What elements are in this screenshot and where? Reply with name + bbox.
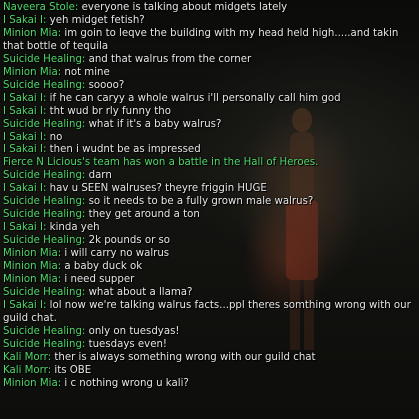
chat-line: I Sakai I: kinda yeh [3, 222, 417, 235]
chat-message-text: darn [85, 170, 112, 182]
chat-message-text: 2k pounds or so [85, 235, 171, 247]
chat-line: Suicide Healing: they get around a ton [3, 209, 417, 222]
chat-line: Suicide Healing: what about a llama? [3, 287, 417, 300]
chat-line: I Sakai I: hav u SEEN walruses? theyre f… [3, 183, 417, 196]
chat-message-text: not mine [61, 66, 110, 78]
chat-line: Kali Morr: its OBE [3, 365, 417, 378]
chat-speaker-name[interactable]: Suicide Healing [3, 287, 82, 298]
chat-line: Kali Morr: ther is always something wron… [3, 352, 417, 365]
chat-line: Suicide Healing: darn [3, 170, 417, 183]
chat-line: Minion Mia: a baby duck ok [3, 261, 417, 274]
chat-line: I Sakai I: yeh midget fetish? [3, 15, 417, 28]
chat-speaker-name[interactable]: Suicide Healing [3, 119, 82, 130]
chat-speaker-name[interactable]: I Sakai I [3, 222, 43, 233]
chat-line: Suicide Healing: only on tuesdyas! [3, 326, 417, 339]
chat-message-text: soooo? [85, 79, 125, 91]
chat-speaker-name[interactable]: Suicide Healing [3, 80, 82, 91]
chat-message-text: and that walrus from the corner [85, 53, 252, 65]
chat-message-text: kinda yeh [46, 222, 100, 234]
chat-speaker-name[interactable]: I Sakai I [3, 93, 43, 104]
chat-message-text: tuesdays even! [85, 338, 168, 350]
chat-line: Fierce N Licious's team has won a battle… [3, 157, 417, 170]
chat-speaker-name[interactable]: Suicide Healing [3, 235, 82, 246]
chat-line: Suicide Healing: soooo? [3, 80, 417, 93]
chat-line: I Sakai I: if he can caryy a whole walru… [3, 93, 417, 106]
chat-line: Minion Mia: i need supper [3, 274, 417, 287]
chat-message-text: i need supper [61, 274, 135, 286]
chat-message-text: its OBE [51, 364, 92, 376]
chat-speaker-name[interactable]: I Sakai I [3, 144, 43, 155]
chat-speaker-name[interactable]: I Sakai I [3, 300, 43, 311]
chat-line: Minion Mia: i will carry no walrus [3, 248, 417, 261]
chat-message-text: hav u SEEN walruses? theyre friggin HUGE [46, 183, 267, 195]
chat-message-text: i c nothing wrong u kali? [61, 377, 189, 389]
chat-speaker-name[interactable]: I Sakai I [3, 132, 43, 143]
chat-message-text: tht wud br rly funny tho [46, 105, 171, 117]
chat-line: I Sakai I: no [3, 132, 417, 145]
chat-speaker-name[interactable]: I Sakai I [3, 15, 43, 26]
chat-line: Suicide Healing: and that walrus from th… [3, 54, 417, 67]
chat-speaker-name[interactable]: Kali Morr [3, 352, 48, 363]
chat-message-text: they get around a ton [85, 209, 200, 221]
chat-speaker-name[interactable]: Suicide Healing [3, 170, 82, 181]
chat-line: I Sakai I: tht wud br rly funny tho [3, 106, 417, 119]
chat-speaker-name[interactable]: Kali Morr [3, 365, 48, 376]
chat-line: Minion Mia: not mine [3, 67, 417, 80]
chat-speaker-name[interactable]: Minion Mia [3, 67, 58, 78]
chat-speaker-name[interactable]: Naveera Stole [3, 2, 75, 13]
chat-speaker-name[interactable]: Suicide Healing [3, 54, 82, 65]
chat-line: I Sakai I: then i wudnt be as impressed [3, 144, 417, 157]
chat-line: Minion Mia: im goin to leqve the buildin… [3, 28, 417, 54]
chat-message-text: im goin to leqve the building with my he… [3, 27, 402, 52]
chat-speaker-name[interactable]: Suicide Healing [3, 209, 82, 220]
chat-message-text: everyone is talking about midgets lately [78, 2, 288, 13]
chat-speaker-name[interactable]: Minion Mia [3, 28, 58, 39]
chat-line: I Sakai I: lol now we're talking walrus … [3, 300, 417, 326]
chat-speaker-name[interactable]: Suicide Healing [3, 339, 82, 350]
chat-message-text: a baby duck ok [61, 261, 143, 273]
chat-message-text: only on tuesdyas! [85, 325, 180, 337]
chat-message-text: so it needs to be a fully grown male wal… [85, 196, 314, 208]
system-message: Fierce N Licious's team has won a battle… [3, 157, 319, 169]
game-screen: Naveera Stole: everyone is talking about… [0, 0, 419, 419]
chat-message-text: then i wudnt be as impressed [46, 144, 201, 156]
chat-line: Suicide Healing: tuesdays even! [3, 339, 417, 352]
chat-speaker-name[interactable]: Minion Mia [3, 378, 58, 389]
chat-line: Suicide Healing: what if it's a baby wal… [3, 119, 417, 132]
chat-message-text: i will carry no walrus [61, 248, 170, 260]
chat-line: Minion Mia: i c nothing wrong u kali? [3, 378, 417, 391]
chat-speaker-name[interactable]: Minion Mia [3, 274, 58, 285]
chat-speaker-name[interactable]: Suicide Healing [3, 326, 82, 337]
chat-message-text: lol now we're talking walrus facts...ppl… [3, 299, 415, 324]
chat-line: Naveera Stole: everyone is talking about… [3, 2, 417, 15]
chat-speaker-name[interactable]: Suicide Healing [3, 196, 82, 207]
guild-chat-log: Naveera Stole: everyone is talking about… [3, 2, 417, 391]
chat-message-text: ther is always something wrong with our … [51, 351, 316, 363]
chat-message-text: what about a llama? [85, 286, 193, 298]
chat-message-text: if he can caryy a whole walrus i'll pers… [46, 92, 341, 104]
chat-speaker-name[interactable]: Minion Mia [3, 248, 58, 259]
chat-line: Suicide Healing: 2k pounds or so [3, 235, 417, 248]
chat-speaker-name[interactable]: Minion Mia [3, 261, 58, 272]
chat-message-text: what if it's a baby walrus? [85, 118, 222, 130]
chat-speaker-name[interactable]: I Sakai I [3, 183, 43, 194]
chat-message-text: yeh midget fetish? [46, 14, 145, 26]
chat-line: Suicide Healing: so it needs to be a ful… [3, 196, 417, 209]
chat-speaker-name[interactable]: I Sakai I [3, 106, 43, 117]
chat-message-text: no [46, 131, 63, 143]
